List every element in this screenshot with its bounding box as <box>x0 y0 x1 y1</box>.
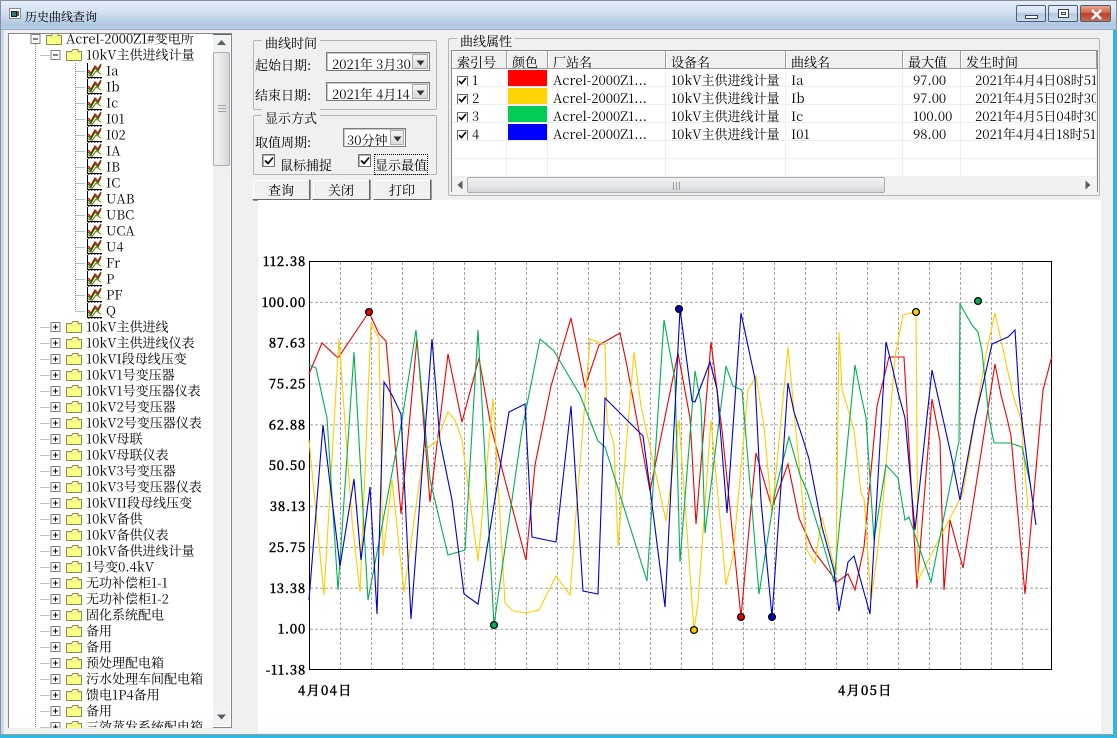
svg-text:10kV主供进线计量: 10kV主供进线计量 <box>86 45 195 64</box>
svg-text:-11.38: -11.38 <box>266 660 306 679</box>
svg-text:1.00: 1.00 <box>278 619 306 638</box>
svg-text:13.38: 13.38 <box>270 578 306 597</box>
svg-text:4月04日: 4月04日 <box>298 680 353 699</box>
svg-text:25.75: 25.75 <box>269 537 306 556</box>
svg-text:50.50: 50.50 <box>269 455 306 474</box>
svg-text:三效蒸发系统配电箱: 三效蒸发系统配电箱 <box>86 717 203 729</box>
svg-text:62.88: 62.88 <box>269 414 306 433</box>
svg-text:112.38: 112.38 <box>263 251 306 270</box>
svg-text:100.00: 100.00 <box>262 292 306 311</box>
svg-text:75.25: 75.25 <box>269 374 306 393</box>
svg-text:4月05日: 4月05日 <box>838 680 893 699</box>
svg-text:87.63: 87.63 <box>269 333 306 352</box>
svg-text:38.13: 38.13 <box>270 496 306 515</box>
